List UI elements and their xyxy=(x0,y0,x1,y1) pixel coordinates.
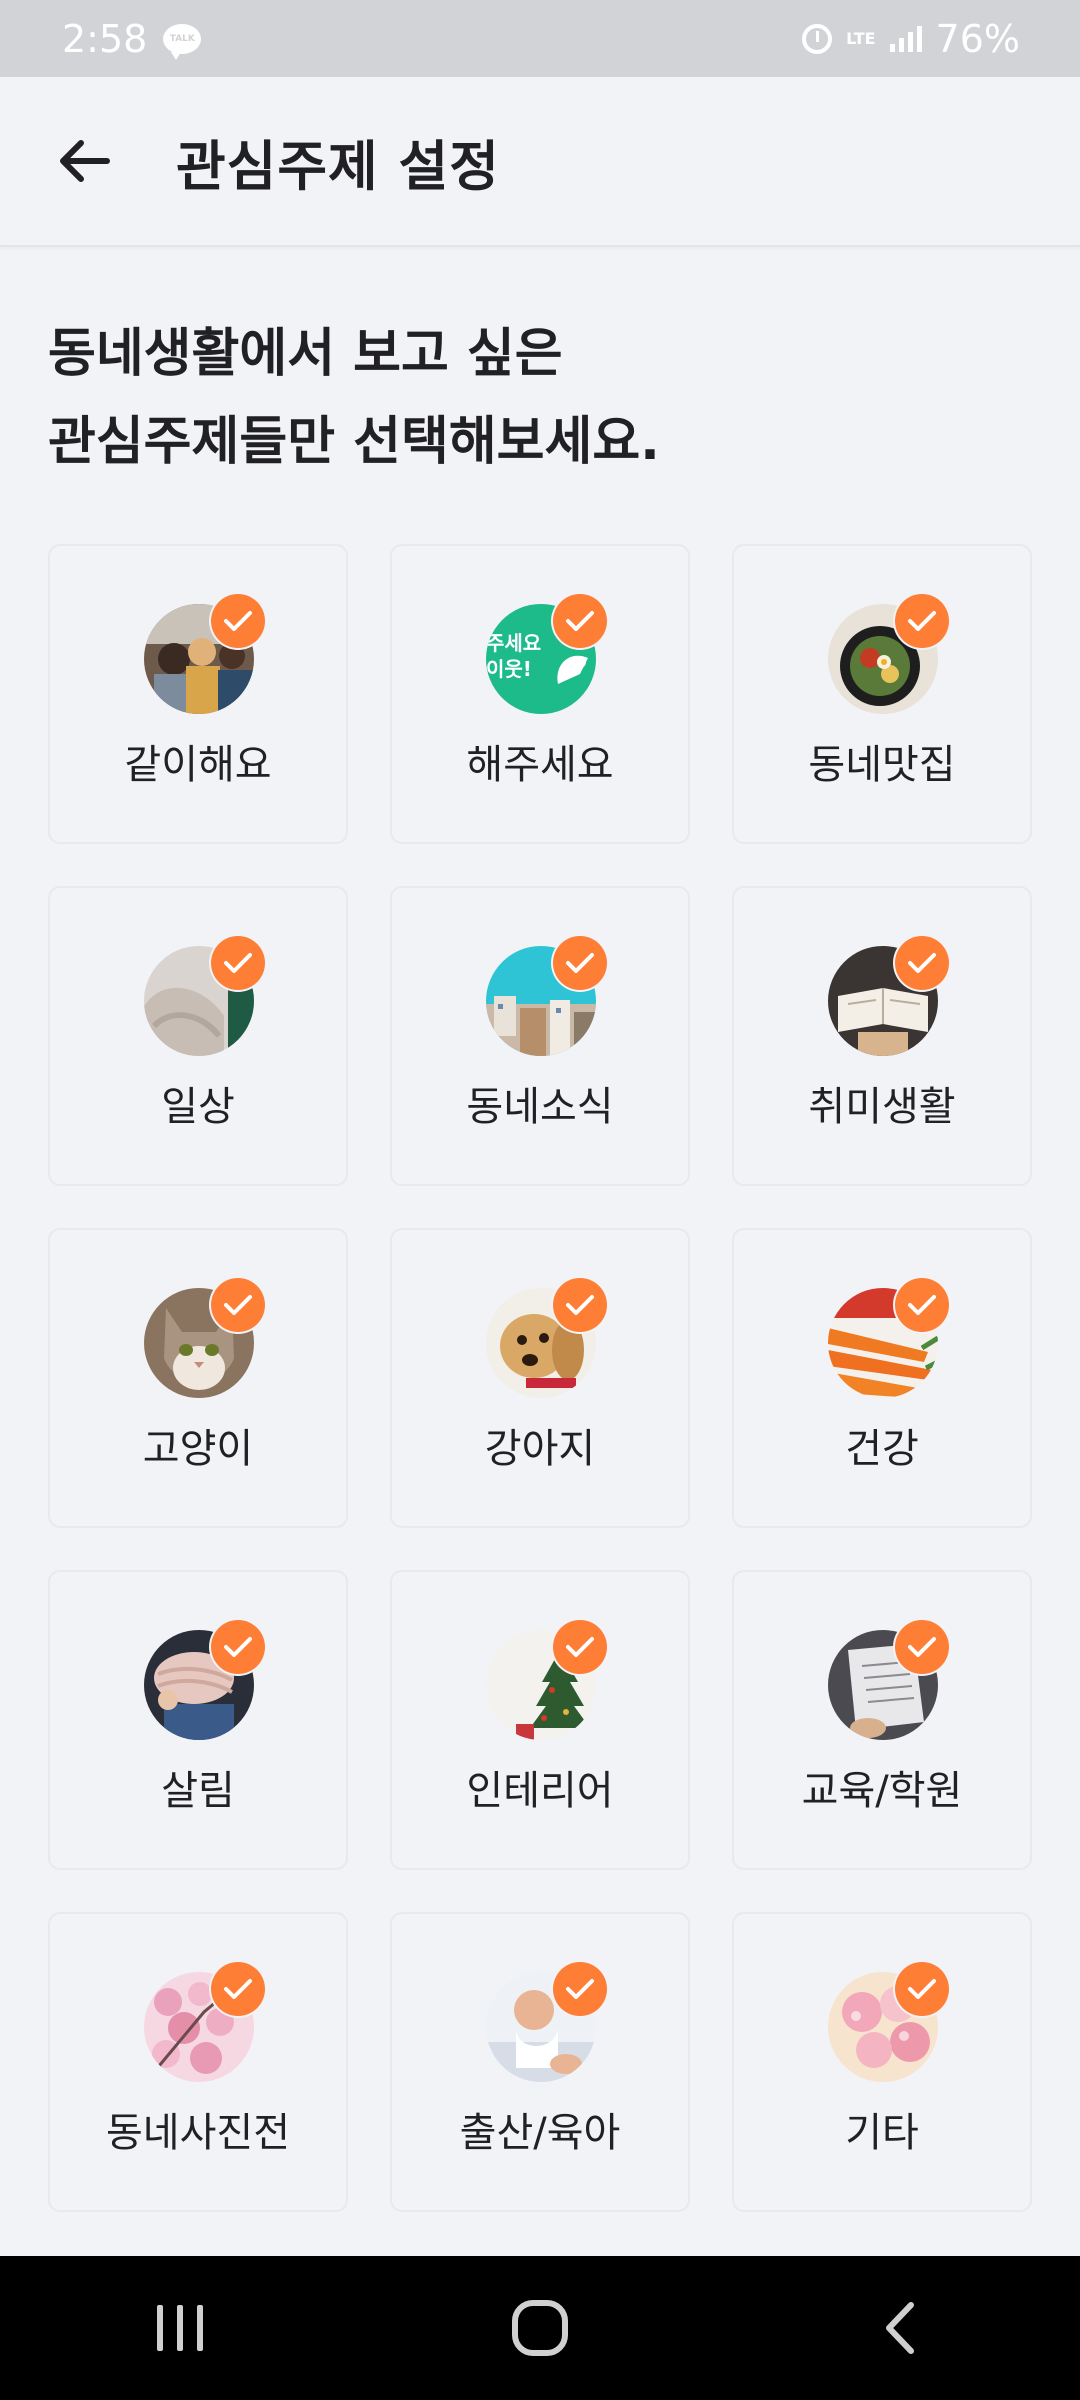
check-icon xyxy=(895,1962,949,2016)
topic-card[interactable]: 동네사진전 xyxy=(48,1912,348,2212)
check-icon xyxy=(211,594,265,648)
lte-icon: LTE xyxy=(846,28,876,48)
topic-card[interactable]: 강아지 xyxy=(390,1228,690,1528)
topic-card[interactable]: 같이해요 xyxy=(48,544,348,844)
check-icon xyxy=(895,1620,949,1674)
topic-card[interactable]: 인테리어 xyxy=(390,1570,690,1870)
check-icon xyxy=(553,594,607,648)
battery-level: 76% xyxy=(935,16,1020,61)
check-icon xyxy=(895,936,949,990)
topic-label: 강아지 xyxy=(484,1426,596,1472)
check-icon xyxy=(211,1620,265,1674)
arrow-left-icon xyxy=(60,140,110,182)
status-left: 2:58 TALK xyxy=(62,16,202,61)
page-title: 관심주제 설정 xyxy=(176,134,500,198)
topic-card[interactable]: 동네소식 xyxy=(390,886,690,1186)
headline-line-1: 동네생활에서 보고 싶은 xyxy=(48,324,563,384)
topic-label: 동네맛집 xyxy=(808,742,956,788)
topic-card[interactable]: 출산/육아 xyxy=(390,1912,690,2212)
topic-label: 인테리어 xyxy=(466,1768,614,1814)
check-icon xyxy=(553,936,607,990)
back-nav-button[interactable] xyxy=(840,2278,960,2378)
check-icon xyxy=(895,1278,949,1332)
topic-card[interactable]: 동네맛집 xyxy=(732,544,1032,844)
topic-label: 기타 xyxy=(845,2110,919,2156)
topic-label: 출산/육아 xyxy=(459,2110,621,2156)
topic-label: 같이해요 xyxy=(124,742,272,788)
topic-card[interactable]: 취미생활 xyxy=(732,886,1032,1186)
topic-card[interactable]: 일상 xyxy=(48,886,348,1186)
chat-notification-icon: TALK xyxy=(163,23,202,60)
topic-card[interactable]: 기타 xyxy=(732,1912,1032,2212)
recent-apps-icon xyxy=(157,2305,203,2351)
headline: 동네생활에서 보고 싶은 관심주제들만 선택해보세요. xyxy=(48,310,1028,486)
topic-label: 취미생활 xyxy=(808,1084,956,1130)
system-nav-bar xyxy=(0,2256,1080,2400)
check-icon xyxy=(211,1962,265,2016)
status-right: LTE 76% xyxy=(802,17,1020,61)
topic-label: 해주세요 xyxy=(466,742,614,788)
app-bar: 관심주제 설정 xyxy=(0,77,1080,247)
alarm-icon xyxy=(802,23,833,54)
topic-card[interactable]: 교육/학원 xyxy=(732,1570,1032,1870)
topic-card[interactable]: 살림 xyxy=(48,1570,348,1870)
topic-label: 건강 xyxy=(845,1426,919,1472)
status-bar: 2:58 TALK LTE 76% xyxy=(0,0,1080,77)
chevron-left-icon xyxy=(886,2302,914,2354)
check-icon xyxy=(211,936,265,990)
topic-label: 고양이 xyxy=(142,1426,254,1472)
recent-apps-button[interactable] xyxy=(120,2278,240,2378)
check-icon xyxy=(553,1620,607,1674)
signal-icon xyxy=(889,25,922,52)
topic-card[interactable]: 고양이 xyxy=(48,1228,348,1528)
topic-label: 동네소식 xyxy=(466,1084,614,1130)
check-icon xyxy=(211,1278,265,1332)
status-time: 2:58 xyxy=(62,16,148,61)
check-icon xyxy=(553,1278,607,1332)
topic-label: 일상 xyxy=(161,1084,235,1130)
headline-line-2: 관심주제들만 선택해보세요. xyxy=(48,412,660,472)
back-button[interactable] xyxy=(40,116,130,206)
home-icon xyxy=(512,2300,568,2356)
check-icon xyxy=(895,594,949,648)
topic-card[interactable]: 건강 xyxy=(732,1228,1032,1528)
check-icon xyxy=(553,1962,607,2016)
topic-label: 살림 xyxy=(161,1768,235,1814)
home-button[interactable] xyxy=(480,2278,600,2378)
topic-label: 교육/학원 xyxy=(801,1768,963,1814)
topic-label: 동네사진전 xyxy=(106,2110,290,2156)
topic-grid: 같이해요 주세요 이웃! 해주세요 동네맛집 일상 동네소식 취미생활 고양이 … xyxy=(48,544,1032,2212)
topic-card[interactable]: 주세요 이웃! 해주세요 xyxy=(390,544,690,844)
